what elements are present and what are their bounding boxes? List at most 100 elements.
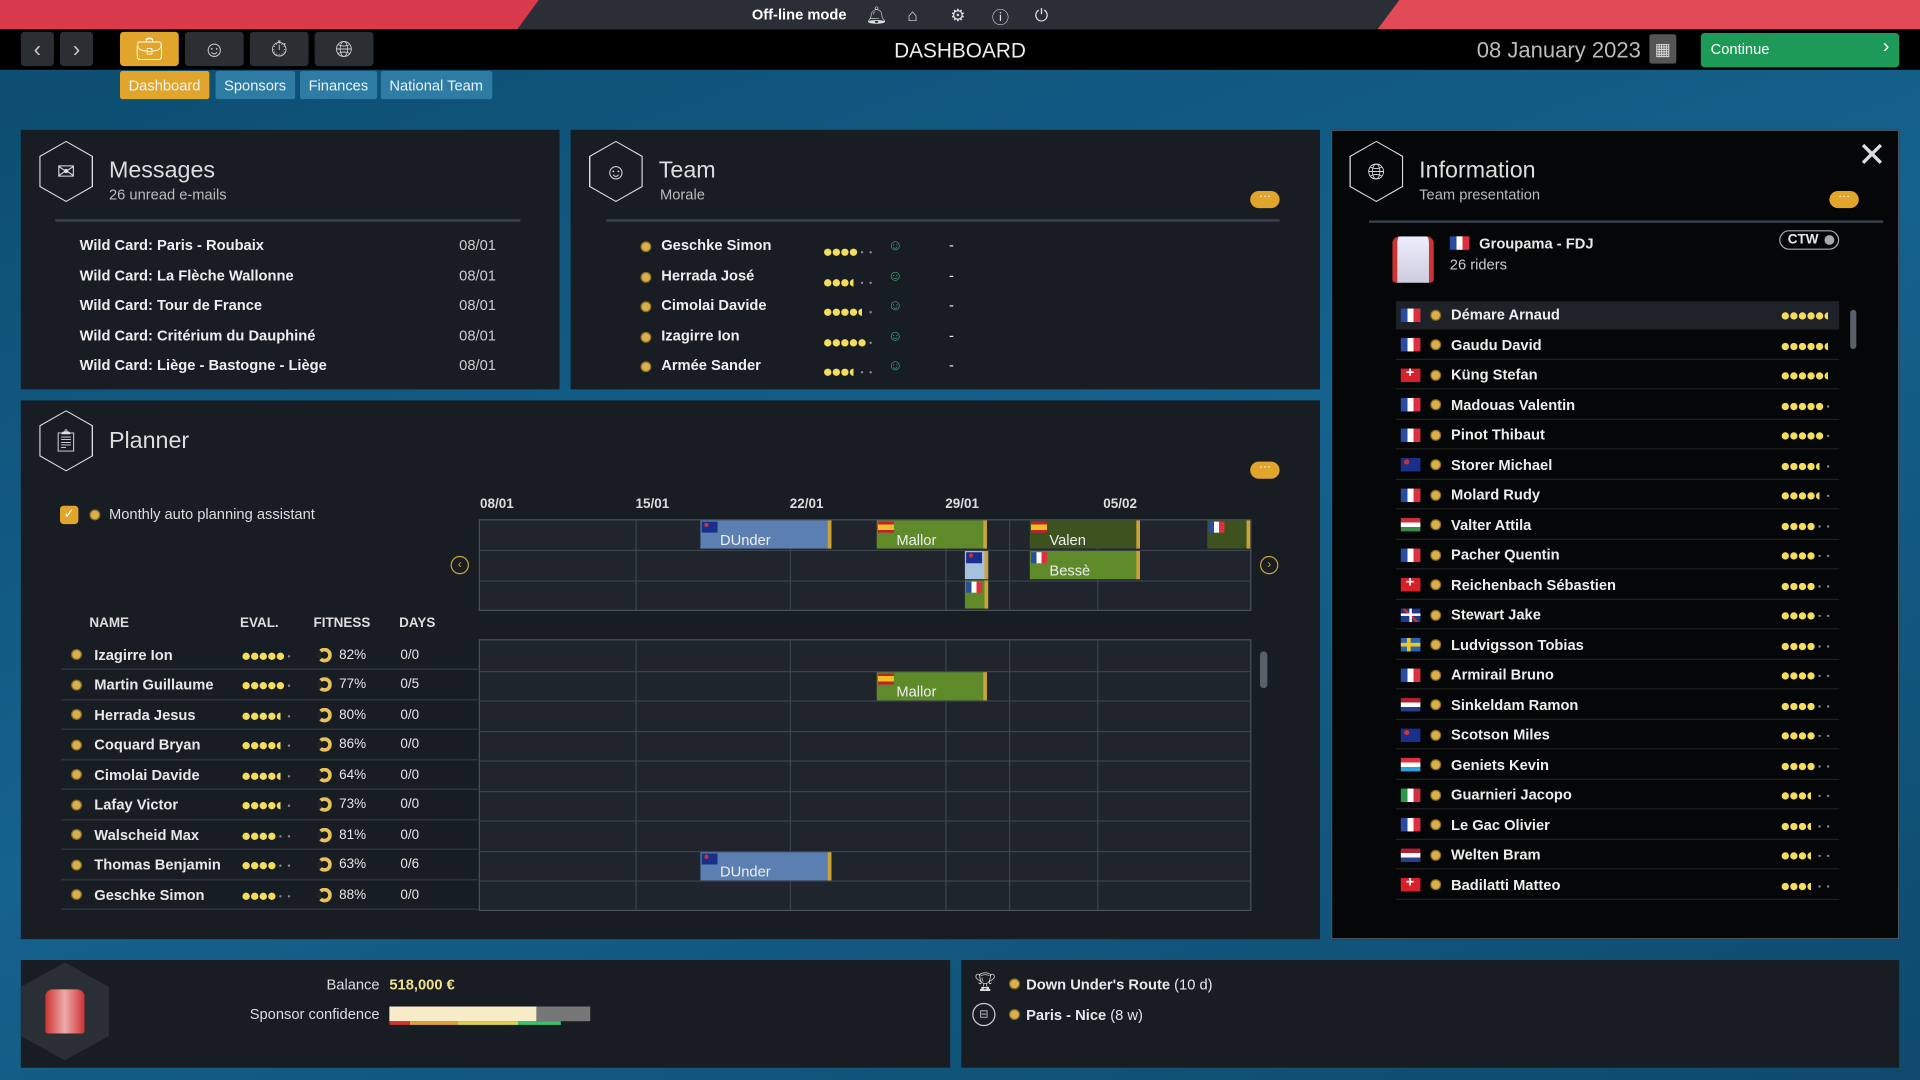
info-rider-row[interactable]: Küng Stefan [1395, 361, 1840, 390]
planner-row[interactable]: Herrada Jesus 80% 0/0 [61, 700, 478, 730]
message-item[interactable]: Wild Card: Critérium du Dauphiné 08/01 [80, 326, 496, 343]
gear-icon[interactable]: ⚙ [950, 5, 965, 26]
planner-row[interactable]: Lafay Victor 73% 0/0 [61, 790, 478, 820]
rating-stars [1781, 792, 1832, 800]
race-event[interactable]: Mallor [876, 671, 987, 700]
race-event[interactable]: DUnder [700, 851, 832, 880]
race-event[interactable]: Mallor [876, 520, 987, 549]
info-rider-row[interactable]: Storer Michael [1395, 451, 1840, 480]
flag-fr [966, 581, 983, 593]
auto-planning-checkbox[interactable]: ✓ [60, 505, 79, 525]
col-days[interactable]: DAYS [399, 616, 435, 631]
bell-icon[interactable]: 🔔︎ [866, 5, 888, 26]
planner-row[interactable]: Cimolai Davide 64% 0/0 [61, 760, 478, 790]
planner-row[interactable]: Martin Guillaume 77% 0/5 [61, 670, 478, 700]
race-detail: (8 w) [1110, 1006, 1143, 1024]
info-rider-row[interactable]: Guarnieri Jacopo [1395, 781, 1840, 810]
info-rider-row[interactable]: Démare Arnaud [1395, 301, 1840, 330]
info-rider-row[interactable]: Pacher Quentin [1395, 541, 1840, 570]
briefcase-icon[interactable]: 💼︎ [120, 31, 179, 67]
info-rider-row[interactable]: Scotson Miles [1395, 721, 1840, 750]
team-more-button[interactable]: ··· [1250, 190, 1280, 209]
info-rider-row[interactable]: Ludvigsson Tobias [1395, 631, 1840, 660]
race-event[interactable] [964, 580, 989, 609]
info-rider-row[interactable]: Badilatti Matteo [1395, 871, 1840, 900]
info-rider-row[interactable]: Gaudu David [1395, 331, 1840, 360]
back-button[interactable]: ‹ [20, 31, 54, 67]
race-event[interactable]: Valen [1029, 520, 1141, 549]
info-rider-row[interactable]: Pinot Thibaut [1395, 421, 1840, 450]
team-rider-name[interactable]: Izagirre Ion [661, 326, 739, 343]
race-event[interactable]: Bessè [1029, 551, 1141, 580]
flag-es [1031, 521, 1047, 533]
info-rider-row[interactable]: Geniets Kevin [1395, 751, 1840, 780]
info-scrollbar[interactable] [1850, 309, 1857, 349]
info-coin-icon [1430, 489, 1442, 501]
fitness-value: 88% [339, 887, 367, 902]
tab-dashboard[interactable]: Dashboard [120, 71, 210, 100]
power-icon[interactable]: ⏻ [1035, 5, 1049, 26]
message-item[interactable]: Wild Card: La Flèche Wallonne 08/01 [80, 266, 496, 283]
forward-button[interactable]: › [60, 31, 94, 67]
race-item[interactable]: Paris - Nice (8 w) [1026, 1007, 1143, 1024]
home-icon[interactable]: ⌂ [907, 5, 917, 25]
info-rider-row[interactable]: Stewart Jake [1395, 601, 1840, 630]
info-rider-row[interactable]: Valter Attila [1395, 511, 1840, 540]
team-rider-name[interactable]: Cimolai Davide [661, 296, 766, 313]
calendar-icon[interactable]: ▦ [1649, 34, 1677, 64]
flag-se [1400, 637, 1421, 652]
info-rider-row[interactable]: Molard Rudy [1395, 481, 1840, 510]
planner-row[interactable]: Coquard Bryan 86% 0/0 [61, 730, 478, 760]
divider [1368, 220, 1884, 223]
message-subject: Wild Card: La Flèche Wallonne [79, 266, 294, 284]
globe-icon[interactable]: 🌐︎ [314, 31, 374, 67]
planner-row[interactable]: Thomas Benjamin 63% 0/6 [61, 850, 478, 880]
race-event[interactable] [964, 551, 989, 580]
tab-finances[interactable]: Finances [300, 71, 377, 100]
rating-stars [242, 742, 292, 750]
race-event[interactable]: DUnder [700, 520, 832, 549]
info-rider-row[interactable]: Armirail Bruno [1395, 661, 1840, 690]
info-rider-row[interactable]: Welten Bram [1395, 841, 1840, 870]
race-event[interactable] [1207, 520, 1251, 549]
planner-scrollbar[interactable] [1260, 651, 1268, 689]
info-rider-row[interactable]: Reichenbach Sébastien [1395, 571, 1840, 600]
message-item[interactable]: Wild Card: Tour de France 08/01 [80, 296, 496, 313]
team-rider-name[interactable]: Geschke Simon [661, 236, 771, 253]
message-date: 08/01 [459, 356, 496, 374]
rider-rating [824, 240, 874, 262]
planner-row[interactable]: Walscheid Max 81% 0/0 [61, 820, 478, 850]
next-period-button[interactable]: › [1260, 555, 1279, 575]
team-icon[interactable]: ☺ [184, 31, 244, 67]
info-rider-row[interactable]: Madouas Valentin [1395, 391, 1840, 420]
message-item[interactable]: Wild Card: Liège - Bastogne - Liège 08/01 [80, 356, 496, 373]
team-rider-name[interactable]: Herrada José [661, 266, 754, 283]
info-rider-row[interactable]: Le Gac Olivier [1395, 811, 1840, 840]
race-item[interactable]: Down Under's Route (10 d) [1026, 976, 1212, 993]
rider-name: Welten Bram [1451, 846, 1541, 864]
rating-stars [1781, 462, 1832, 470]
info-icon[interactable]: ⓘ [992, 5, 1009, 29]
stopwatch-icon[interactable]: ⏱︎ [249, 31, 309, 67]
prev-period-button[interactable]: ‹ [450, 555, 469, 575]
planner-row[interactable]: Izagirre Ion 82% 0/0 [61, 640, 478, 670]
team-rider-name[interactable]: Armée Sander [661, 356, 761, 373]
col-eval[interactable]: EVAL. [240, 616, 279, 631]
col-fitness[interactable]: FITNESS [313, 616, 370, 631]
planner-more-button[interactable]: ··· [1250, 461, 1280, 479]
days-value: 0/0 [400, 887, 420, 902]
week-label: 29/01 [945, 497, 980, 512]
fitness-ring-icon [317, 797, 332, 812]
message-item[interactable]: Wild Card: Paris - Roubaix 08/01 [80, 236, 496, 253]
tab-sponsors[interactable]: Sponsors [215, 71, 295, 100]
stage-race-icon: ⊟ [972, 1002, 996, 1027]
col-name[interactable]: NAME [89, 616, 129, 631]
continue-button[interactable]: Continue › [1700, 33, 1900, 68]
information-more-button[interactable]: ··· [1829, 190, 1859, 209]
race-detail: (10 d) [1174, 975, 1213, 994]
tab-national-team[interactable]: National Team [380, 71, 492, 100]
planner-row[interactable]: Geschke Simon 88% 0/0 [61, 880, 478, 910]
rider-name: Herrada Jesus [94, 705, 196, 724]
close-icon[interactable]: ✕ [1858, 135, 1887, 175]
info-rider-row[interactable]: Sinkeldam Ramon [1395, 691, 1840, 720]
